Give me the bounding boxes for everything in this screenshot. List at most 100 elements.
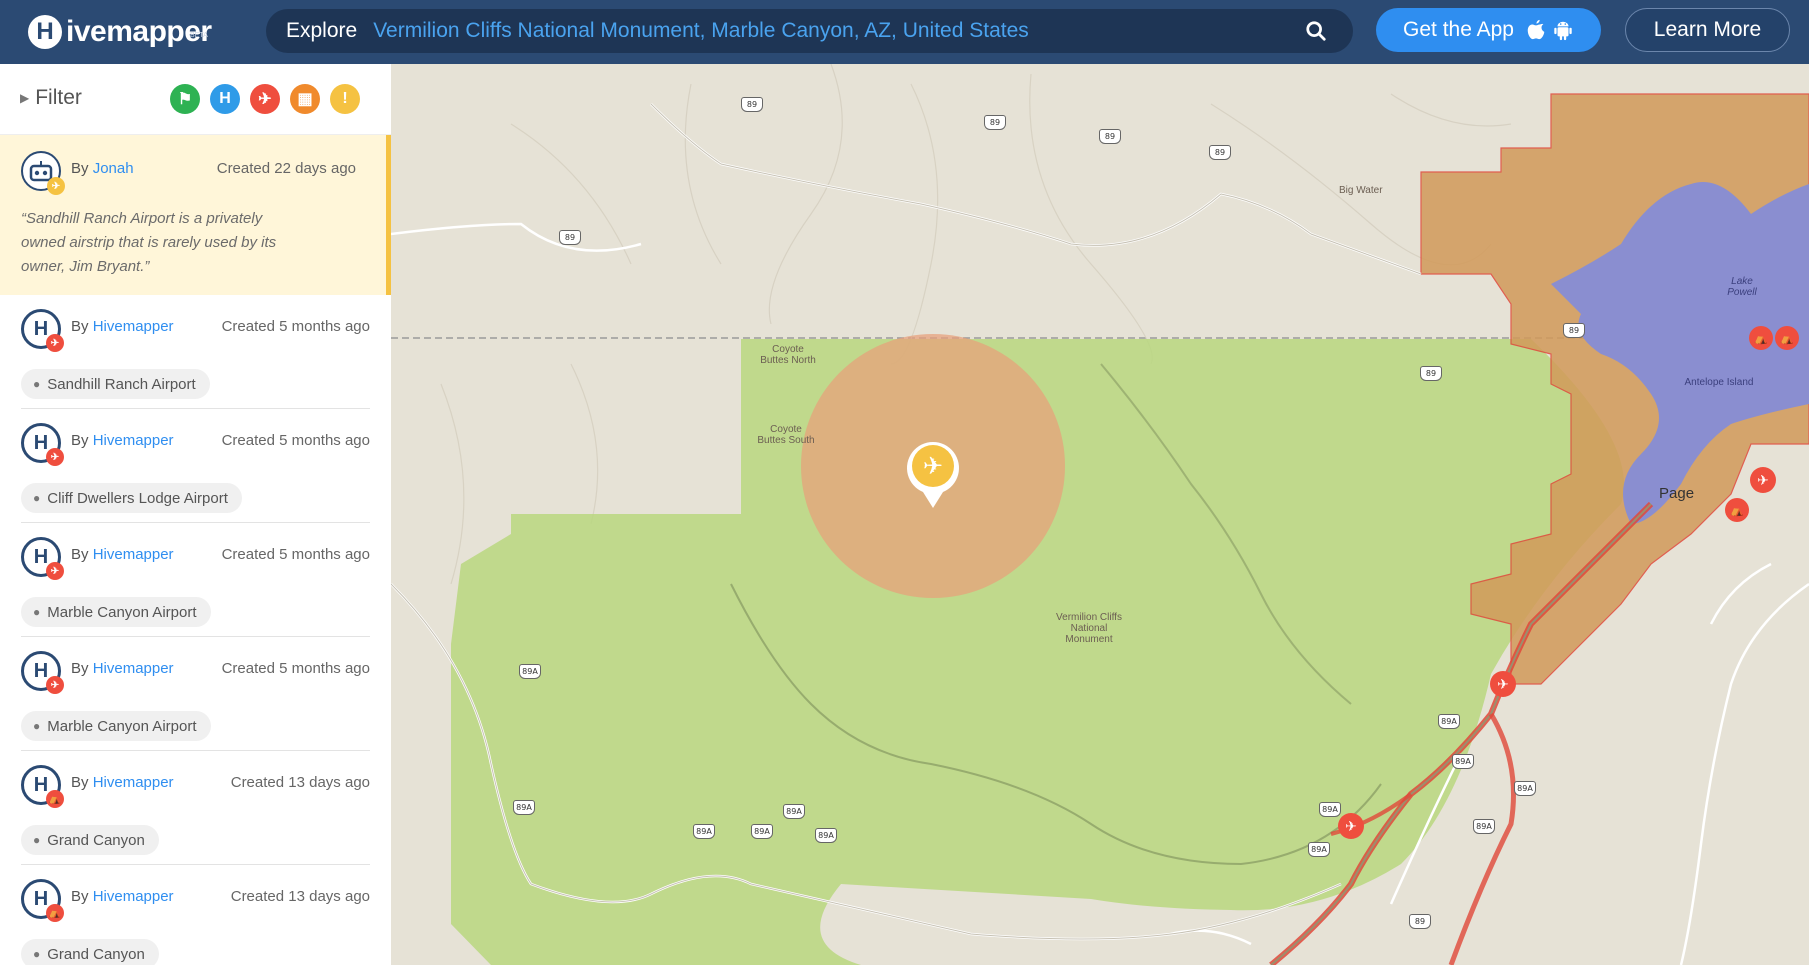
hivemapper-icon[interactable]: H: [210, 84, 240, 114]
picnic-badge-icon: ⛺: [46, 904, 64, 922]
search-icon[interactable]: [1305, 20, 1327, 42]
map-label-vermilion: Vermilion Cliffs National Monument: [1056, 612, 1122, 645]
created-time: Created 5 months ago: [221, 546, 370, 563]
beta-tag: BETA: [190, 32, 208, 39]
place-tag[interactable]: ● Grand Canyon: [21, 825, 159, 855]
hivemapper-avatar[interactable]: H ✈: [21, 423, 64, 466]
location-pin-icon: ●: [33, 719, 41, 733]
post-author: By Jonah: [71, 160, 134, 177]
route-shield: 89A: [693, 824, 715, 839]
author-link[interactable]: Hivemapper: [93, 888, 174, 905]
search-bar[interactable]: Explore Vermilion Cliffs National Monume…: [266, 9, 1353, 53]
result-card[interactable]: H ⛺ By Hivemapper Created 13 days ago ● Grand…: [21, 751, 370, 865]
map-canvas[interactable]: ✈ ⛺ ✈ ✈ ⛺ ⛺ ✈: [391, 64, 1809, 965]
hivemapper-avatar[interactable]: H ✈: [21, 309, 64, 352]
route-shield: 89: [1099, 129, 1121, 144]
flag-icon[interactable]: ⚑: [170, 84, 200, 114]
map-label-coyote-south: Coyote Buttes South: [757, 424, 815, 446]
map-label-coyote-north: Coyote Buttes North: [760, 344, 816, 366]
created-time: Created 5 months ago: [221, 660, 370, 677]
map-label-antelope-island: Antelope Island: [1684, 377, 1754, 388]
place-name: Marble Canyon Airport: [47, 603, 197, 621]
hivemapper-avatar[interactable]: H ⛺: [21, 879, 64, 922]
search-input[interactable]: Vermilion Cliffs National Monument, Marb…: [373, 19, 1029, 43]
airport-badge-icon: ✈: [46, 676, 64, 694]
post-author: By Hivemapper: [71, 318, 174, 335]
place-tag[interactable]: ● Marble Canyon Airport: [21, 597, 211, 627]
route-shield: 89A: [1473, 819, 1495, 834]
top-header: H ivemapper BETA Explore Vermilion Cliff…: [0, 0, 1809, 64]
author-link[interactable]: Jonah: [93, 160, 134, 177]
route-shield: 89A: [519, 664, 541, 679]
map-view[interactable]: ✈ ⛺ ✈ ✈ ⛺ ⛺ ✈ 89 89 89 89 89 89 89 89A 89A 89A 89A…: [391, 64, 1809, 965]
author-link[interactable]: Hivemapper: [93, 432, 174, 449]
location-pin-icon: ●: [33, 491, 41, 505]
airport-icon[interactable]: ✈: [250, 84, 280, 114]
route-shield: 89A: [1319, 802, 1341, 817]
post-author: By Hivemapper: [71, 546, 174, 563]
building-icon[interactable]: ▦: [290, 84, 320, 114]
place-name: Grand Canyon: [47, 831, 145, 849]
route-shield: 89A: [513, 800, 535, 815]
alert-icon[interactable]: !: [330, 84, 360, 114]
place-name: Grand Canyon: [47, 945, 145, 963]
author-link[interactable]: Hivemapper: [93, 318, 174, 335]
by-prefix: By: [71, 318, 89, 335]
author-link[interactable]: Hivemapper: [93, 660, 174, 677]
author-link[interactable]: Hivemapper: [93, 546, 174, 563]
created-time: Created 13 days ago: [230, 888, 370, 905]
route-shield: 89: [741, 97, 763, 112]
by-prefix: By: [71, 774, 89, 791]
route-shield: 89: [1209, 145, 1231, 160]
author-link[interactable]: Hivemapper: [93, 774, 174, 791]
created-time: Created 22 days ago: [216, 160, 356, 177]
post-quote: “Sandhill Ranch Airport is a privately o…: [21, 210, 277, 275]
svg-text:⛺: ⛺: [1754, 332, 1768, 345]
result-card[interactable]: H ✈ By Hivemapper Created 5 months ago ● Clif…: [21, 409, 370, 523]
svg-text:⛺: ⛺: [1730, 504, 1744, 517]
learn-more-button[interactable]: Learn More: [1625, 8, 1790, 52]
result-card[interactable]: H ✈ By Hivemapper Created 5 months ago ● Sand…: [21, 295, 370, 409]
logo-mark: H: [28, 15, 62, 49]
svg-text:⛺: ⛺: [1780, 332, 1794, 345]
svg-text:✈: ✈: [923, 452, 943, 480]
place-tag[interactable]: ● Sandhill Ranch Airport: [21, 369, 210, 399]
svg-text:✈: ✈: [1345, 819, 1357, 835]
featured-post-card[interactable]: ✈ By Jonah Created 22 days ago “Sandhill…: [0, 135, 391, 295]
place-name: Sandhill Ranch Airport: [47, 375, 196, 393]
by-prefix: By: [71, 660, 89, 677]
place-tag[interactable]: ● Marble Canyon Airport: [21, 711, 211, 741]
hivemapper-logo[interactable]: H ivemapper: [28, 12, 212, 52]
airport-badge-icon: ✈: [47, 177, 65, 195]
map-label-lake-powell: Lake Powell: [1727, 276, 1757, 298]
results-sidebar[interactable]: ▶ Filter ⚑ H ✈ ▦ ! ✈ By Jonah Created 22…: [0, 64, 391, 965]
svg-text:✈: ✈: [1757, 473, 1769, 489]
route-shield: 89A: [1308, 842, 1330, 857]
hivemapper-avatar[interactable]: H ✈: [21, 537, 64, 580]
post-author: By Hivemapper: [71, 774, 174, 791]
robot-avatar[interactable]: ✈: [21, 151, 65, 195]
filter-toggle[interactable]: ▶ Filter: [20, 86, 82, 110]
by-prefix: By: [71, 888, 89, 905]
hivemapper-avatar[interactable]: H ⛺: [21, 765, 64, 808]
route-shield: 89: [1409, 914, 1431, 929]
get-the-app-button[interactable]: Get the App: [1376, 8, 1601, 52]
get-the-app-label: Get the App: [1403, 18, 1514, 41]
filter-label: Filter: [35, 86, 82, 109]
result-card[interactable]: H ✈ By Hivemapper Created 5 months ago ● Marb…: [21, 523, 370, 637]
route-shield: 89: [559, 230, 581, 245]
location-pin-icon: ●: [33, 605, 41, 619]
created-time: Created 13 days ago: [230, 774, 370, 791]
result-card[interactable]: H ⛺ By Hivemapper Created 13 days ago ● Grand…: [21, 865, 370, 965]
svg-text:✈: ✈: [1497, 677, 1509, 693]
result-card[interactable]: H ✈ By Hivemapper Created 5 months ago ● Marb…: [21, 637, 370, 751]
picnic-badge-icon: ⛺: [46, 790, 64, 808]
hivemapper-avatar[interactable]: H ✈: [21, 651, 64, 694]
map-label-big-water: Big Water: [1339, 185, 1383, 196]
created-time: Created 5 months ago: [221, 318, 370, 335]
route-shield: 89A: [1452, 754, 1474, 769]
post-author: By Hivemapper: [71, 432, 174, 449]
map-label-page: Page: [1659, 485, 1695, 502]
place-tag[interactable]: ● Grand Canyon: [21, 939, 159, 965]
place-tag[interactable]: ● Cliff Dwellers Lodge Airport: [21, 483, 242, 513]
